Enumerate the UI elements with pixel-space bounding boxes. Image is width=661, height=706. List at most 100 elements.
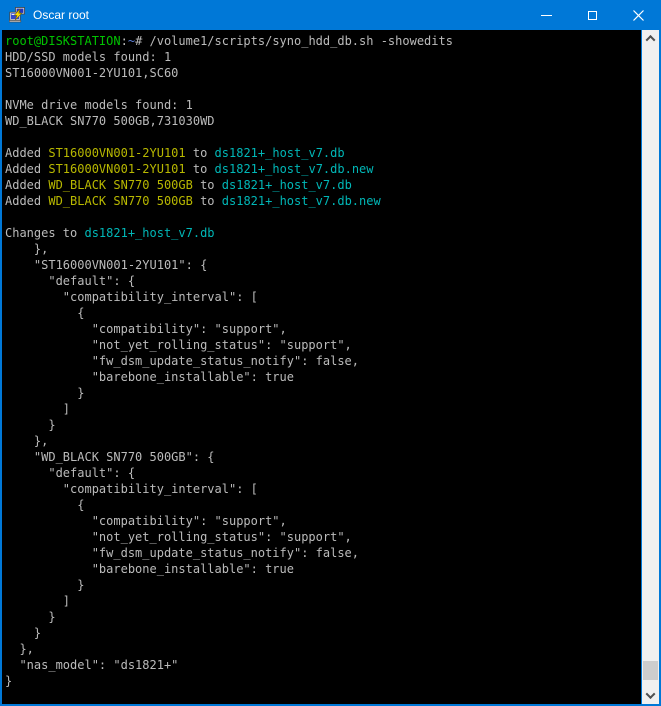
window-controls xyxy=(523,0,661,30)
close-button[interactable] xyxy=(615,0,661,30)
putty-app-icon xyxy=(9,7,25,23)
terminal-output[interactable]: root@DISKSTATION:~# /volume1/scripts/syn… xyxy=(2,30,641,704)
terminal-text-segment: } xyxy=(5,418,56,432)
terminal-line: "barebone_installable": true xyxy=(5,369,641,385)
terminal-text-segment: Added xyxy=(5,162,48,176)
terminal-line: { xyxy=(5,497,641,513)
terminal-line: "not_yet_rolling_status": "support", xyxy=(5,337,641,353)
terminal-text-segment: { xyxy=(5,306,84,320)
terminal-line: "ST16000VN001-2YU101": { xyxy=(5,257,641,273)
terminal-line: "default": { xyxy=(5,273,641,289)
terminal-line: "default": { xyxy=(5,465,641,481)
maximize-button[interactable] xyxy=(569,0,615,30)
scrollbar-down-button[interactable] xyxy=(642,687,659,704)
terminal-line: } xyxy=(5,385,641,401)
terminal-line: { xyxy=(5,305,641,321)
scrollbar-track[interactable] xyxy=(642,47,659,687)
terminal-text-segment: ST16000VN001-2YU101 xyxy=(48,162,185,176)
terminal-line: Added WD_BLACK SN770 500GB to ds1821+_ho… xyxy=(5,177,641,193)
terminal-text-segment: NVMe drive models found: 1 xyxy=(5,98,193,112)
chevron-down-icon xyxy=(646,689,656,699)
terminal-text-segment: } xyxy=(5,674,12,688)
terminal-text-segment xyxy=(5,210,12,224)
minimize-icon xyxy=(541,15,552,16)
terminal-text-segment: "fw_dsm_update_status_notify": false, xyxy=(5,354,359,368)
terminal-text-segment: "default": { xyxy=(5,274,135,288)
terminal-text-segment: Added xyxy=(5,194,48,208)
terminal-line xyxy=(5,209,641,225)
close-icon xyxy=(633,10,644,21)
terminal-line: WD_BLACK SN770 500GB,731030WD xyxy=(5,113,641,129)
terminal-text-segment: "compatibility_interval": [ xyxy=(5,482,258,496)
terminal-line: HDD/SSD models found: 1 xyxy=(5,49,641,65)
terminal-text-segment: "compatibility": "support", xyxy=(5,514,287,528)
terminal-text-segment: } xyxy=(5,610,56,624)
scrollbar[interactable] xyxy=(641,30,659,704)
terminal-text-segment: Added xyxy=(5,178,48,192)
terminal-text-segment: "barebone_installable": true xyxy=(5,370,294,384)
terminal-text-segment: Changes to xyxy=(5,226,84,240)
terminal-line: } xyxy=(5,577,641,593)
terminal-text-segment: }, xyxy=(5,242,48,256)
terminal-line: ] xyxy=(5,593,641,609)
terminal-text-segment: } xyxy=(5,578,84,592)
terminal-line: } xyxy=(5,609,641,625)
terminal-text-segment: }, xyxy=(5,434,48,448)
terminal-text-segment: "nas_model": "ds1821+" xyxy=(5,658,178,672)
terminal-line: Changes to ds1821+_host_v7.db xyxy=(5,225,641,241)
terminal-text-segment: { xyxy=(5,498,84,512)
terminal-text-segment xyxy=(5,130,12,144)
terminal-text-segment: } xyxy=(5,386,84,400)
terminal-text-segment: WD_BLACK SN770 500GB xyxy=(48,194,193,208)
scrollbar-thumb[interactable] xyxy=(643,661,658,680)
terminal-line: "compatibility_interval": [ xyxy=(5,481,641,497)
terminal-text-segment: ds1821+_host_v7.db xyxy=(222,178,352,192)
terminal-line: "nas_model": "ds1821+" xyxy=(5,657,641,673)
terminal-text-segment: to xyxy=(186,146,215,160)
terminal-text-segment: } xyxy=(5,626,41,640)
terminal-text-segment: "fw_dsm_update_status_notify": false, xyxy=(5,546,359,560)
terminal-text-segment: ds1821+_host_v7.db xyxy=(84,226,214,240)
terminal-line: ] xyxy=(5,401,641,417)
terminal-text-segment: Added xyxy=(5,146,48,160)
terminal-line xyxy=(5,81,641,97)
terminal-text-segment: ST16000VN001-2YU101,SC60 xyxy=(5,66,178,80)
terminal-text-segment: "default": { xyxy=(5,466,135,480)
terminal-text-segment: "WD_BLACK SN770 500GB": { xyxy=(5,450,215,464)
putty-window: Oscar root root@DISKSTATION:~# /volume1/… xyxy=(0,0,661,706)
terminal-line: "barebone_installable": true xyxy=(5,561,641,577)
terminal-text-segment: ] xyxy=(5,402,70,416)
terminal-line: "fw_dsm_update_status_notify": false, xyxy=(5,545,641,561)
terminal-text-segment: ] xyxy=(5,594,70,608)
terminal-line: } xyxy=(5,625,641,641)
terminal-text-segment: WD_BLACK SN770 500GB,731030WD xyxy=(5,114,215,128)
terminal-line: NVMe drive models found: 1 xyxy=(5,97,641,113)
terminal-text-segment: "compatibility": "support", xyxy=(5,322,287,336)
terminal-text-segment: # /volume1/scripts/syno_hdd_db.sh -showe… xyxy=(135,34,453,48)
terminal-text-segment: "ST16000VN001-2YU101": { xyxy=(5,258,207,272)
terminal-text-segment xyxy=(5,82,12,96)
terminal-text-segment: ds1821+_host_v7.db.new xyxy=(222,194,381,208)
terminal-text-segment: }, xyxy=(5,642,34,656)
terminal-line: "WD_BLACK SN770 500GB": { xyxy=(5,449,641,465)
chevron-up-icon xyxy=(646,35,656,45)
terminal-line: root@DISKSTATION:~# /volume1/scripts/syn… xyxy=(5,33,641,49)
terminal-text-segment: : xyxy=(121,34,128,48)
terminal-text-segment: "not_yet_rolling_status": "support", xyxy=(5,338,352,352)
terminal-text-segment: "compatibility_interval": [ xyxy=(5,290,258,304)
terminal-line: Added WD_BLACK SN770 500GB to ds1821+_ho… xyxy=(5,193,641,209)
window-title: Oscar root xyxy=(33,8,523,22)
terminal-text-segment: WD_BLACK SN770 500GB xyxy=(48,178,193,192)
terminal-line: }, xyxy=(5,641,641,657)
scrollbar-up-button[interactable] xyxy=(642,30,659,47)
terminal-line: "not_yet_rolling_status": "support", xyxy=(5,529,641,545)
minimize-button[interactable] xyxy=(523,0,569,30)
maximize-icon xyxy=(588,11,597,20)
window-body: root@DISKSTATION:~# /volume1/scripts/syn… xyxy=(0,30,661,706)
terminal-line: }, xyxy=(5,241,641,257)
titlebar[interactable]: Oscar root xyxy=(0,0,661,30)
terminal-text-segment: root@DISKSTATION xyxy=(5,34,121,48)
terminal-text-segment: to xyxy=(193,194,222,208)
terminal-line: } xyxy=(5,673,641,689)
terminal-line: } xyxy=(5,417,641,433)
